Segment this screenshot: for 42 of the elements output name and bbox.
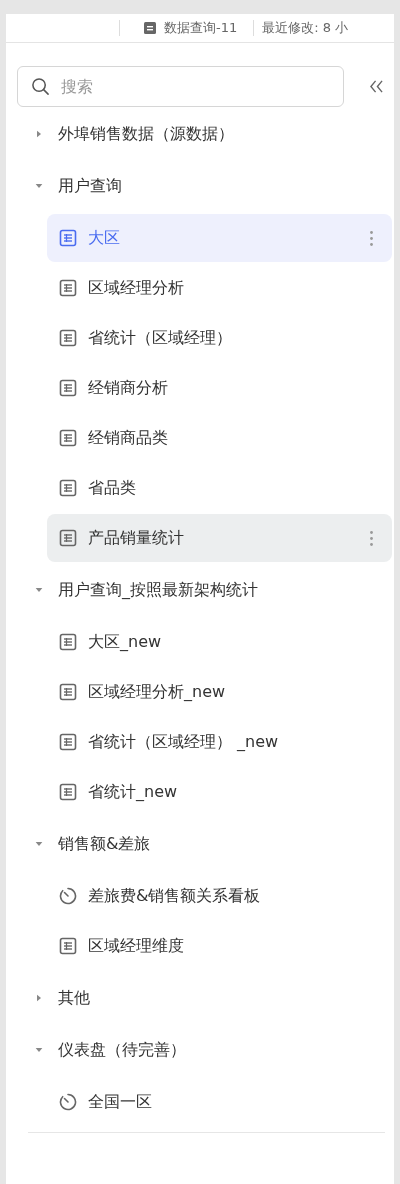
folder-label[interactable]: 用户查询_按照最新架构统计 [58, 579, 258, 601]
tree-item[interactable]: 省统计_new [47, 768, 392, 816]
table-icon [59, 937, 77, 955]
collapse-icon[interactable] [369, 80, 384, 93]
tree-item[interactable]: 大区 [47, 214, 392, 262]
tree-item[interactable]: 经销商分析 [47, 364, 392, 412]
table-icon [59, 783, 77, 801]
tree-item[interactable]: 区域经理分析 [47, 264, 392, 312]
more-icon [370, 230, 373, 246]
table-icon [59, 429, 77, 447]
tree-item[interactable]: 产品销量统计 [47, 514, 392, 562]
tree-item[interactable]: 省品类 [47, 464, 392, 512]
table-icon [59, 479, 77, 497]
table-icon [59, 529, 77, 547]
more-icon [370, 530, 373, 546]
gauge-icon [59, 1093, 77, 1111]
table-icon [59, 379, 77, 397]
table-icon [59, 229, 77, 247]
table-icon [59, 279, 77, 297]
tree-item[interactable]: 区域经理分析_new [47, 668, 392, 716]
search-icon [31, 77, 50, 96]
document-title: 数据查询-11 [164, 19, 238, 37]
tree-item[interactable]: 大区_new [47, 618, 392, 666]
folder-label[interactable]: 仪表盘（待完善） [58, 1039, 186, 1061]
folder-label[interactable]: 外埠销售数据（源数据） [58, 123, 234, 145]
folder-label[interactable]: 其他 [58, 987, 90, 1009]
table-icon [59, 683, 77, 701]
tree-item[interactable]: 省统计（区域经理） _new [47, 718, 392, 766]
tree-item[interactable]: 省统计（区域经理） [47, 314, 392, 362]
table-icon [59, 733, 77, 751]
tree-item[interactable]: 区域经理维度 [47, 922, 392, 970]
tree-item[interactable]: 全国一区 [47, 1078, 392, 1126]
table-icon [59, 329, 77, 347]
folder-label[interactable]: 用户查询 [58, 175, 122, 197]
tree-item[interactable]: 经销商品类 [47, 414, 392, 462]
tree-item[interactable]: 差旅费&销售额关系看板 [47, 872, 392, 920]
document-icon [144, 22, 156, 34]
gauge-icon [59, 887, 77, 905]
search-field[interactable]: 搜索 [17, 66, 344, 107]
table-icon [59, 633, 77, 651]
last-modified-text: 最近修改: 8 小 [262, 19, 349, 37]
folder-label[interactable]: 销售额&差旅 [58, 833, 151, 855]
